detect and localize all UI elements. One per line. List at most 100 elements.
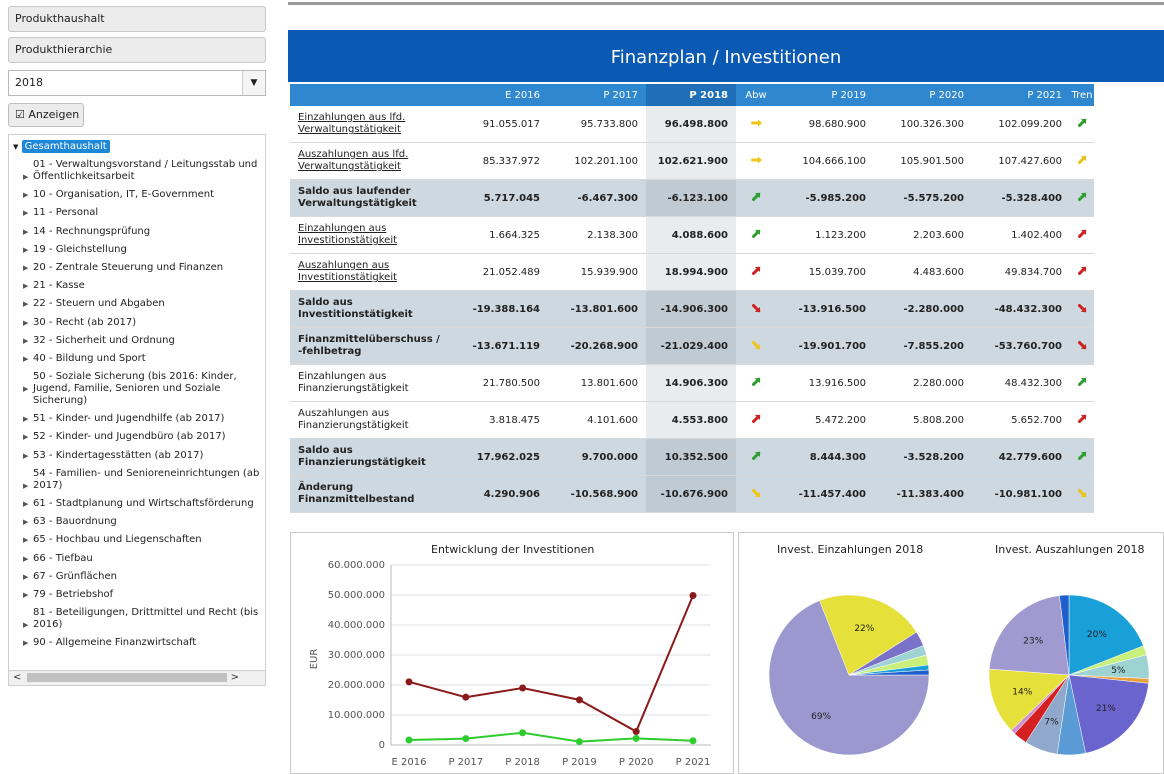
column-header[interactable]: E 2016 xyxy=(450,84,548,106)
column-header[interactable]: Tren xyxy=(1070,84,1094,106)
expand-arrow-icon[interactable]: ▶ xyxy=(23,413,28,425)
tree-item-label[interactable]: 90 - Allgemeine Finanzwirtschaft xyxy=(33,637,196,648)
tree-root-label[interactable]: Gesamthaushalt xyxy=(21,140,110,153)
scroll-right-icon[interactable]: > xyxy=(231,671,239,684)
row-link[interactable]: Auszahlungen aus lfd. Verwaltungstätigke… xyxy=(298,149,408,172)
scroll-left-icon[interactable]: < xyxy=(13,671,21,684)
tree-item-label[interactable]: 67 - Grünflächen xyxy=(33,571,117,582)
expand-arrow-icon[interactable]: ▶ xyxy=(23,353,28,365)
tree-item-label[interactable]: 30 - Recht (ab 2017) xyxy=(33,317,136,328)
expand-arrow-icon[interactable]: ▶ xyxy=(23,589,28,601)
row-label[interactable]: Einzahlungen aus lfd. Verwaltungstätigke… xyxy=(290,106,450,143)
tree-item-label[interactable]: 22 - Steuern und Abgaben xyxy=(33,298,165,309)
column-header[interactable]: P 2019 xyxy=(776,84,874,106)
scrollbar-thumb[interactable] xyxy=(27,673,227,682)
expand-arrow-icon[interactable]: ▶ xyxy=(23,534,28,546)
year-select[interactable]: 2018 ▼ xyxy=(8,70,266,96)
column-header[interactable]: Abw xyxy=(736,84,776,106)
tree-item[interactable]: ▶ 51 - Kinder- und Jugendhilfe (ab 2017) xyxy=(23,413,265,425)
tree-item[interactable]: ▶ 20 - Zentrale Steuerung und Finanzen xyxy=(23,262,265,274)
expand-arrow-icon[interactable]: ▶ xyxy=(23,298,28,310)
expand-arrow-icon[interactable]: ▶ xyxy=(23,553,28,565)
expand-arrow-icon[interactable]: ▶ xyxy=(23,317,28,329)
row-link[interactable]: Auszahlungen aus Investitionstätigkeit xyxy=(298,260,397,283)
tree-item-label[interactable]: 54 - Familien- und Senioreneinrichtungen… xyxy=(33,468,259,491)
tree-item-label[interactable]: 61 - Stadtplanung und Wirtschaftsförderu… xyxy=(33,498,254,509)
tree-item-label[interactable]: 51 - Kinder- und Jugendhilfe (ab 2017) xyxy=(33,413,224,424)
column-header[interactable]: P 2020 xyxy=(874,84,972,106)
column-header[interactable]: P 2017 xyxy=(548,84,646,106)
horizontal-scrollbar[interactable]: < > xyxy=(9,670,265,685)
anzeigen-button[interactable]: ☑ Anzeigen xyxy=(8,103,84,127)
tree-item[interactable]: ▶ 65 - Hochbau und Liegenschaften xyxy=(23,534,265,546)
tree-item-label[interactable]: 65 - Hochbau und Liegenschaften xyxy=(33,534,202,545)
tree-item[interactable]: ▶ 79 - Betriebshof xyxy=(23,589,265,601)
tree-item-label[interactable]: 50 - Soziale Sicherung (bis 2016: Kinder… xyxy=(33,371,237,406)
expand-arrow-icon[interactable]: ▶ xyxy=(23,335,28,347)
tree-item-label[interactable]: 01 - Verwaltungsvorstand / Leitungsstab … xyxy=(33,159,257,182)
produkthierarchie-field[interactable]: Produkthierarchie xyxy=(8,37,266,63)
tree-item-label[interactable]: 19 - Gleichstellung xyxy=(33,244,127,255)
tree-item[interactable]: ▶ 54 - Familien- und Senioreneinrichtunge… xyxy=(23,468,265,492)
tree-item[interactable]: ▶ 52 - Kinder- und Jugendbüro (ab 2017) xyxy=(23,431,265,443)
tree-item[interactable]: ▶ 40 - Bildung und Sport xyxy=(23,353,265,365)
tree-item[interactable]: ▶ 30 - Recht (ab 2017) xyxy=(23,317,265,329)
produkthaushalt-field[interactable]: Produkthaushalt xyxy=(8,6,266,32)
tree-item[interactable]: ▶ 61 - Stadtplanung und Wirtschaftsförder… xyxy=(23,498,265,510)
column-header[interactable] xyxy=(290,84,450,106)
tree-item[interactable]: ▶ 67 - Grünflächen xyxy=(23,571,265,583)
expand-arrow-icon[interactable]: ▶ xyxy=(23,498,28,510)
row-link[interactable]: Einzahlungen aus Investitionstätigkeit xyxy=(298,223,397,246)
expand-arrow-icon[interactable]: ▶ xyxy=(23,450,28,462)
expand-arrow-icon[interactable]: ▶ xyxy=(23,516,28,528)
expand-arrow-icon[interactable]: ▶ xyxy=(23,480,28,492)
chevron-down-icon[interactable]: ▼ xyxy=(242,71,265,95)
tree-item-label[interactable]: 53 - Kindertagesstätten (ab 2017) xyxy=(33,450,203,461)
tree-item[interactable]: ▶ 01 - Verwaltungsvorstand / Leitungsstab… xyxy=(23,159,265,183)
tree-item[interactable]: ▶ 14 - Rechnungsprüfung xyxy=(23,226,265,238)
tree-item-label[interactable]: 20 - Zentrale Steuerung und Finanzen xyxy=(33,262,223,273)
expand-arrow-icon[interactable]: ▶ xyxy=(23,171,28,183)
tree-item-label[interactable]: 81 - Beteiligungen, Drittmittel und Rech… xyxy=(33,607,258,630)
expand-arrow-icon[interactable]: ▶ xyxy=(23,619,28,631)
tree-item-label[interactable]: 66 - Tiefbau xyxy=(33,553,93,564)
expand-arrow-icon[interactable]: ▶ xyxy=(23,189,28,201)
row-label[interactable]: Einzahlungen aus Investitionstätigkeit xyxy=(290,216,450,254)
column-header[interactable]: P 2021 xyxy=(972,84,1070,106)
row-link[interactable]: Einzahlungen aus lfd. Verwaltungstätigke… xyxy=(298,112,405,135)
expand-arrow-icon[interactable]: ▶ xyxy=(23,637,28,649)
tree-item[interactable]: ▶ 63 - Bauordnung xyxy=(23,516,265,528)
expand-arrow-icon[interactable]: ▶ xyxy=(23,262,28,274)
expand-arrow-icon[interactable]: ▶ xyxy=(23,571,28,583)
tree-item[interactable]: ▶ 81 - Beteiligungen, Drittmittel und Rec… xyxy=(23,607,265,631)
expand-arrow-icon[interactable]: ▶ xyxy=(23,431,28,443)
tree-item[interactable]: ▶ 50 - Soziale Sicherung (bis 2016: Kinde… xyxy=(23,371,265,407)
tree-item-label[interactable]: 11 - Personal xyxy=(33,207,98,218)
tree-item[interactable]: ▶ 32 - Sicherheit und Ordnung xyxy=(23,335,265,347)
tree-item-label[interactable]: 40 - Bildung und Sport xyxy=(33,353,146,364)
tree-item[interactable]: ▶ 66 - Tiefbau xyxy=(23,553,265,565)
tree-item[interactable]: ▶ 21 - Kasse xyxy=(23,280,265,292)
expand-arrow-icon[interactable]: ▶ xyxy=(23,383,28,395)
tree-item-label[interactable]: 21 - Kasse xyxy=(33,280,85,291)
row-label[interactable]: Auszahlungen aus Investitionstätigkeit xyxy=(290,253,450,291)
tree-item[interactable]: ▶ 53 - Kindertagesstätten (ab 2017) xyxy=(23,450,265,462)
tree-item-label[interactable]: 14 - Rechnungsprüfung xyxy=(33,226,150,237)
expand-icon[interactable]: ▼ xyxy=(13,143,18,151)
expand-arrow-icon[interactable]: ▶ xyxy=(23,207,28,219)
tree-item[interactable]: ▶ 10 - Organisation, IT, E-Government xyxy=(23,189,265,201)
expand-arrow-icon[interactable]: ▶ xyxy=(23,280,28,292)
tree-item-label[interactable]: 79 - Betriebshof xyxy=(33,589,113,600)
tree-root[interactable]: ▼ Gesamthaushalt xyxy=(13,140,110,153)
tree-item-label[interactable]: 63 - Bauordnung xyxy=(33,516,117,527)
tree-item-label[interactable]: 32 - Sicherheit und Ordnung xyxy=(33,335,175,346)
expand-arrow-icon[interactable]: ▶ xyxy=(23,244,28,256)
expand-arrow-icon[interactable]: ▶ xyxy=(23,226,28,238)
tree-item[interactable]: ▶ 11 - Personal xyxy=(23,207,265,219)
tree-item-label[interactable]: 52 - Kinder- und Jugendbüro (ab 2017) xyxy=(33,431,226,442)
column-header[interactable]: P 2018 xyxy=(646,84,736,106)
tree-item[interactable]: ▶ 22 - Steuern und Abgaben xyxy=(23,298,265,310)
row-label[interactable]: Auszahlungen aus lfd. Verwaltungstätigke… xyxy=(290,142,450,180)
tree-item-label[interactable]: 10 - Organisation, IT, E-Government xyxy=(33,189,214,200)
tree-item[interactable]: ▶ 19 - Gleichstellung xyxy=(23,244,265,256)
